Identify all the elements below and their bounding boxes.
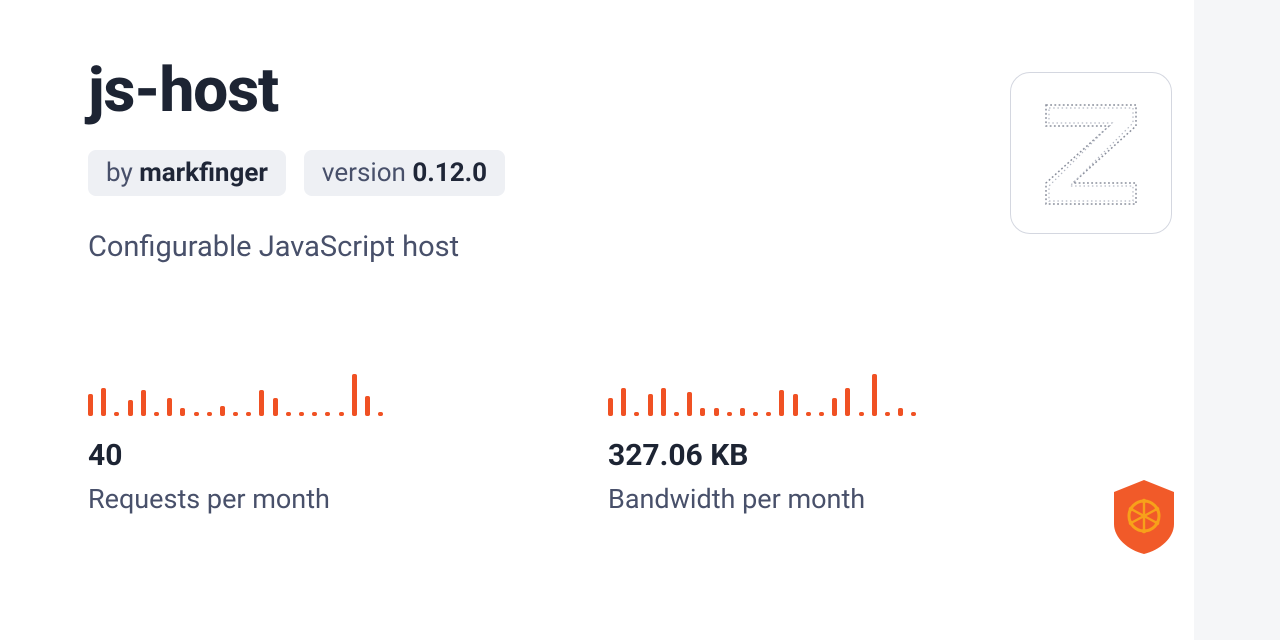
- sparkline-bar: [365, 396, 370, 416]
- requests-value: 40: [88, 438, 428, 473]
- sparkline-bar: [621, 388, 626, 416]
- sparkline-bar: [806, 412, 811, 416]
- sparkline-bar: [727, 412, 732, 416]
- sparkline-bar: [832, 398, 837, 416]
- bandwidth-label: Bandwidth per month: [608, 483, 948, 515]
- shield-icon: [1110, 478, 1178, 556]
- sparkline-bar: [194, 412, 199, 416]
- sparkline-bar: [687, 392, 692, 416]
- sparkline-bar: [325, 412, 330, 416]
- requests-sparkline: [88, 374, 428, 416]
- sparkline-bar: [128, 400, 133, 416]
- author-prefix: by: [106, 158, 139, 188]
- sparkline-bar: [793, 394, 798, 416]
- version-prefix: version: [322, 158, 412, 188]
- package-name: js-host: [88, 60, 1170, 122]
- sparkline-bar: [753, 412, 758, 416]
- sparkline-bar: [779, 390, 784, 416]
- badges-row: by markfinger version 0.12.0: [88, 150, 1170, 196]
- sparkline-bar: [88, 394, 93, 416]
- author-badge[interactable]: by markfinger: [88, 150, 286, 196]
- sparkline-bar: [101, 388, 106, 416]
- sparkline-bar: [299, 412, 304, 416]
- sparkline-bar: [872, 374, 877, 416]
- main-content: js-host by markfinger version 0.12.0 Con…: [88, 60, 1170, 515]
- avatar-z-icon: [1016, 78, 1166, 228]
- version-number: 0.12.0: [412, 158, 487, 188]
- sparkline-bar: [648, 394, 653, 416]
- stats-row: 40 Requests per month 327.06 KB Bandwidt…: [88, 374, 1170, 515]
- sparkline-bar: [114, 412, 119, 416]
- sparkline-bar: [714, 408, 719, 416]
- author-name: markfinger: [139, 158, 268, 188]
- sparkline-bar: [911, 412, 916, 416]
- sparkline-bar: [141, 390, 146, 416]
- sparkline-bar: [634, 412, 639, 416]
- sparkline-bar: [273, 398, 278, 416]
- sparkline-bar: [233, 412, 238, 416]
- sparkline-bar: [674, 412, 679, 416]
- sparkline-bar: [207, 412, 212, 416]
- sparkline-bar: [180, 408, 185, 416]
- sparkline-bar: [608, 398, 613, 416]
- sparkline-bar: [378, 412, 383, 416]
- sparkline-bar: [352, 374, 357, 416]
- bandwidth-stat: 327.06 KB Bandwidth per month: [608, 374, 948, 515]
- sparkline-bar: [167, 398, 172, 416]
- right-vertical-strip: [1194, 0, 1280, 640]
- sparkline-bar: [154, 412, 159, 416]
- bandwidth-value: 327.06 KB: [608, 438, 948, 473]
- sparkline-bar: [312, 412, 317, 416]
- requests-label: Requests per month: [88, 483, 428, 515]
- version-badge[interactable]: version 0.12.0: [304, 150, 505, 196]
- sparkline-bar: [845, 388, 850, 416]
- sparkline-bar: [246, 412, 251, 416]
- requests-stat: 40 Requests per month: [88, 374, 428, 515]
- sparkline-bar: [259, 390, 264, 416]
- sparkline-bar: [819, 412, 824, 416]
- sparkline-bar: [700, 408, 705, 416]
- sparkline-bar: [898, 408, 903, 416]
- sparkline-bar: [220, 406, 225, 416]
- sparkline-bar: [740, 408, 745, 416]
- sparkline-bar: [286, 412, 291, 416]
- sparkline-bar: [661, 388, 666, 416]
- bandwidth-sparkline: [608, 374, 948, 416]
- package-description: Configurable JavaScript host: [88, 230, 1170, 264]
- sparkline-bar: [885, 412, 890, 416]
- sparkline-bar: [859, 412, 864, 416]
- sparkline-bar: [766, 412, 771, 416]
- package-avatar: [1010, 72, 1172, 234]
- sparkline-bar: [339, 412, 344, 416]
